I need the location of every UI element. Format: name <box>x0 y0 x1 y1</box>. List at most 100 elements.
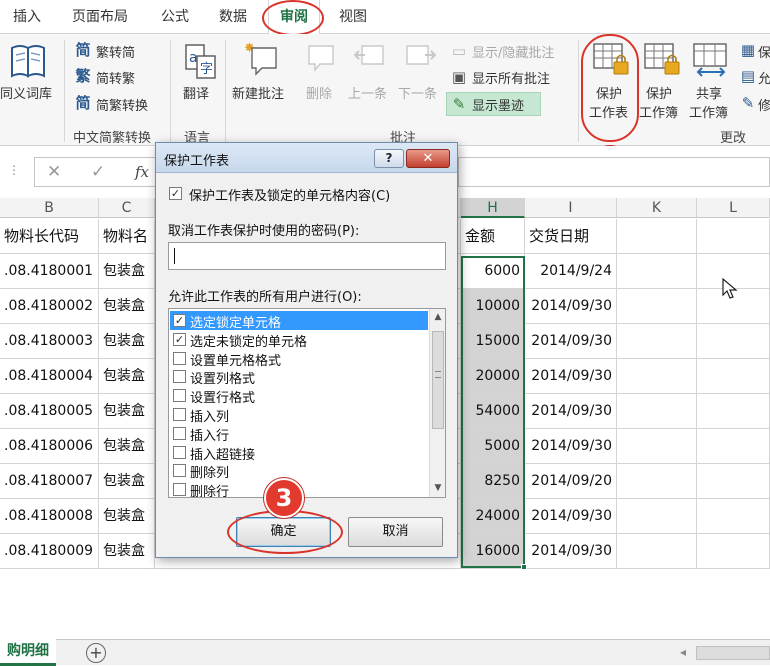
cell-material-code[interactable]: .08.4180001 <box>0 254 99 289</box>
scroll-left-icon[interactable]: ◂ <box>680 645 686 659</box>
permission-checkbox[interactable] <box>173 370 186 384</box>
add-sheet-button[interactable]: + <box>86 643 106 663</box>
protect-share-button[interactable]: 保 <box>758 42 770 61</box>
cell-delivery-date[interactable]: 2014/09/30 <box>525 289 617 324</box>
protect-contents-checkbox[interactable]: ✓ <box>169 187 182 200</box>
cell-material-code[interactable]: .08.4180007 <box>0 464 99 499</box>
protect-sheet-icon[interactable] <box>592 42 632 82</box>
cell-empty[interactable] <box>617 429 697 464</box>
permission-item[interactable]: 设置列格式 <box>170 367 428 387</box>
password-input[interactable] <box>168 242 446 270</box>
cell-delivery-date[interactable]: 2014/09/30 <box>525 429 617 464</box>
allow-edit-button[interactable]: 允 <box>758 68 770 87</box>
cell-empty[interactable] <box>617 289 697 324</box>
column-header-h[interactable]: H <box>461 198 525 218</box>
permission-item[interactable]: 插入行 <box>170 424 428 444</box>
permission-item[interactable]: 插入列 <box>170 405 428 425</box>
scroll-up-icon[interactable]: ▲ <box>430 309 445 326</box>
cell-material-name[interactable]: 包装盒 <box>99 359 155 394</box>
header-cell-h[interactable]: 金额 <box>461 219 525 254</box>
protect-workbook-label-2[interactable]: 工作簿 <box>639 102 678 121</box>
permission-checkbox[interactable] <box>173 464 186 478</box>
tab-1[interactable]: 页面布局 <box>60 0 140 34</box>
cell-material-code[interactable]: .08.4180002 <box>0 289 99 324</box>
permissions-list[interactable]: ✓ 选定锁定单元格 ✓ 选定未锁定的单元格 设置单元格格式 设置列格式 设置行格式 插入列 插入… <box>168 308 446 498</box>
ok-button[interactable]: 确定 <box>236 517 331 547</box>
cell-amount[interactable]: 54000 <box>461 394 525 429</box>
cell-empty[interactable] <box>617 359 697 394</box>
cell-amount[interactable]: 5000 <box>461 429 525 464</box>
header-cell-c[interactable]: 物料名 <box>99 219 155 254</box>
formula-input[interactable] <box>458 157 770 187</box>
cell-empty[interactable] <box>697 219 770 254</box>
sheet-tab-active[interactable]: 购明细 <box>0 639 56 666</box>
permission-checkbox[interactable] <box>173 483 186 497</box>
protect-workbook-label-1[interactable]: 保护 <box>646 83 672 102</box>
permission-checkbox[interactable] <box>173 408 186 421</box>
cell-delivery-date[interactable]: 2014/09/30 <box>525 324 617 359</box>
cell-empty[interactable] <box>617 324 697 359</box>
list-scrollbar[interactable]: ▲ ▼ <box>429 309 445 497</box>
cell-empty[interactable] <box>697 324 770 359</box>
thesaurus-icon[interactable] <box>8 42 48 84</box>
column-header-i[interactable]: I <box>525 198 617 218</box>
cell-material-code[interactable]: .08.4180004 <box>0 359 99 394</box>
cell-amount[interactable]: 6000 <box>461 254 525 289</box>
protect-contents-label[interactable]: 保护工作表及锁定的单元格内容(C) <box>189 185 390 204</box>
cell-amount[interactable]: 20000 <box>461 359 525 394</box>
tab-0[interactable]: 插入 <box>8 0 46 34</box>
column-header-l[interactable]: L <box>697 198 770 218</box>
scroll-thumb[interactable] <box>432 331 444 429</box>
cell-delivery-date[interactable]: 2014/09/30 <box>525 499 617 534</box>
cell-material-name[interactable]: 包装盒 <box>99 324 155 359</box>
cell-material-code[interactable]: .08.4180009 <box>0 534 99 569</box>
cell-empty[interactable] <box>617 499 697 534</box>
show-ink-button[interactable]: 显示墨迹 <box>472 95 524 114</box>
cell-amount[interactable]: 16000 <box>461 534 525 569</box>
cell-material-code[interactable]: .08.4180006 <box>0 429 99 464</box>
cell-material-name[interactable]: 包装盒 <box>99 394 155 429</box>
cancel-entry-icon[interactable]: ✕ <box>47 162 61 182</box>
cell-material-code[interactable]: .08.4180008 <box>0 499 99 534</box>
cell-amount[interactable]: 8250 <box>461 464 525 499</box>
next-comment-button[interactable]: 下一条 <box>398 83 437 102</box>
permission-item[interactable]: ✓ 选定未锁定的单元格 <box>170 330 428 350</box>
permission-checkbox[interactable]: ✓ <box>173 332 186 346</box>
simp-trad-conversion-button[interactable]: 简繁转换 <box>96 95 148 114</box>
cell-empty[interactable] <box>617 534 697 569</box>
cell-delivery-date[interactable]: 2014/09/20 <box>525 464 617 499</box>
header-cell-b[interactable]: 物料长代码 <box>0 219 99 254</box>
tab-3[interactable]: 数据 <box>210 0 256 34</box>
share-workbook-label-2[interactable]: 工作簿 <box>689 102 728 121</box>
close-button[interactable]: ✕ <box>406 149 450 168</box>
insert-function-icon[interactable]: fx <box>135 163 149 181</box>
cell-empty[interactable] <box>697 394 770 429</box>
cell-material-name[interactable]: 包装盒 <box>99 254 155 289</box>
fill-handle[interactable] <box>521 564 527 570</box>
delete-comment-button[interactable]: 删除 <box>306 83 332 102</box>
translate-icon[interactable]: a 字 <box>183 42 217 84</box>
cell-material-code[interactable]: .08.4180005 <box>0 394 99 429</box>
thesaurus-button[interactable]: 同义词库 <box>0 83 52 102</box>
trad-to-simp-button[interactable]: 繁转简 <box>96 42 135 61</box>
permission-checkbox[interactable] <box>173 389 186 403</box>
cell-empty[interactable] <box>697 429 770 464</box>
column-header-c[interactable]: C <box>99 198 155 218</box>
cell-delivery-date[interactable]: 2014/09/30 <box>525 394 617 429</box>
protect-sheet-label-2[interactable]: 工作表 <box>589 102 628 121</box>
permission-item[interactable]: 插入超链接 <box>170 443 428 463</box>
translate-button[interactable]: 翻译 <box>183 83 209 102</box>
horizontal-scrollbar[interactable] <box>696 646 770 660</box>
cell-material-code[interactable]: .08.4180003 <box>0 324 99 359</box>
permission-checkbox[interactable] <box>173 445 186 459</box>
permission-item[interactable]: 设置单元格格式 <box>170 349 428 369</box>
simp-to-trad-button[interactable]: 简转繁 <box>96 68 135 87</box>
cell-empty[interactable] <box>697 359 770 394</box>
cell-amount[interactable]: 15000 <box>461 324 525 359</box>
new-comment-button[interactable]: 新建批注 <box>232 83 284 102</box>
tab-2[interactable]: 公式 <box>152 0 198 34</box>
confirm-entry-icon[interactable]: ✓ <box>91 162 105 182</box>
cell-empty[interactable] <box>617 219 697 254</box>
share-workbook-icon[interactable] <box>692 42 730 82</box>
column-header-k[interactable]: K <box>617 198 697 218</box>
